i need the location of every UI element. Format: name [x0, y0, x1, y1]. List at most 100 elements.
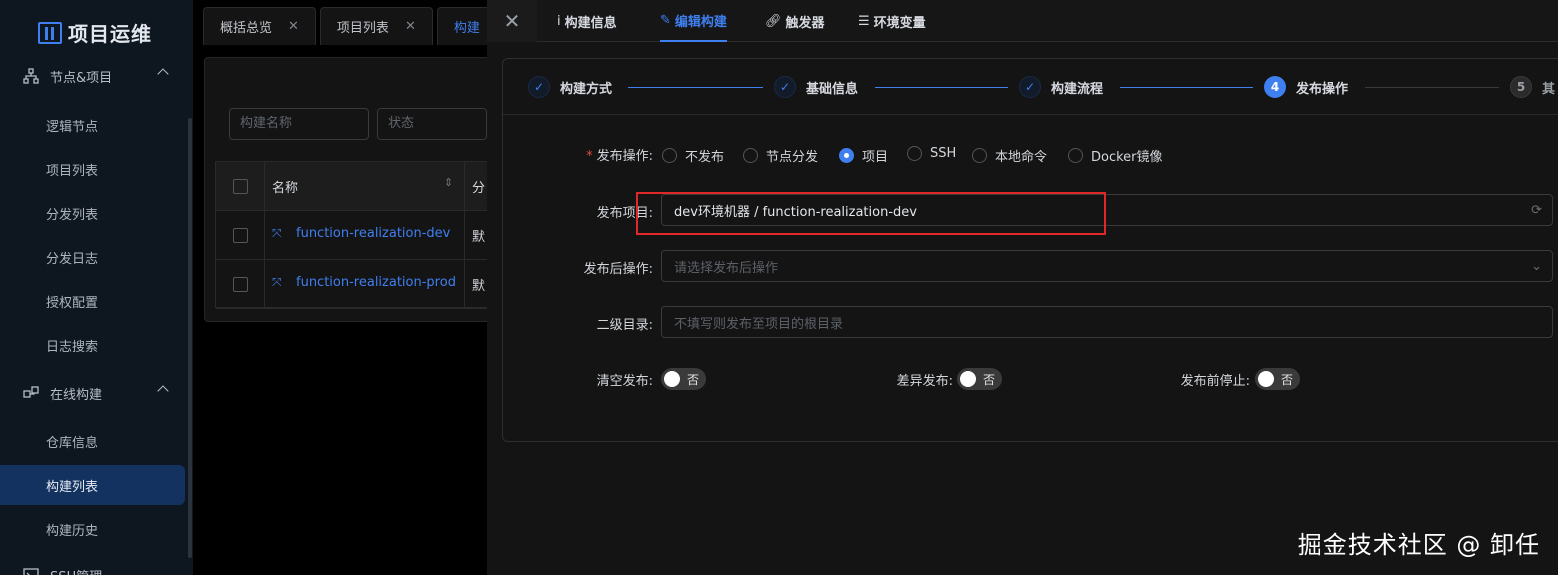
- watermark: 掘金技术社区 @ 卸任: [1297, 531, 1540, 559]
- step-build-method[interactable]: ✓ 构建方式: [528, 76, 612, 98]
- column-divider: [464, 162, 465, 309]
- chevron-down-icon: ⌄: [1531, 259, 1542, 274]
- diff-publish-toggle[interactable]: 否: [957, 368, 1002, 390]
- stop-before-publish-label: 发布前停止:: [1180, 374, 1250, 389]
- sidebar-item-dispatch-log[interactable]: 分发日志: [0, 237, 193, 277]
- step-number: 5: [1510, 76, 1532, 98]
- radio-circle: [972, 148, 987, 163]
- radio-circle-selected: [839, 148, 854, 163]
- radio-no-publish[interactable]: 不发布: [662, 146, 724, 165]
- step-publish[interactable]: 4 发布操作: [1264, 76, 1348, 98]
- sitemap-icon: [22, 68, 40, 84]
- radio-label: 节点分发: [766, 150, 819, 165]
- list-icon: ☰: [858, 13, 870, 29]
- tab-label: 触发器: [785, 15, 825, 31]
- step-connector: [875, 87, 1008, 88]
- step-number: 4: [1264, 76, 1286, 98]
- publish-project-select[interactable]: dev环境机器 / function-realization-dev ⟳: [661, 194, 1553, 226]
- menu-group-label: 节点&项目: [50, 70, 113, 86]
- subdir-label-wrap: 二级目录:: [487, 314, 653, 334]
- sidebar-item-dispatch-list[interactable]: 分发列表: [0, 193, 193, 233]
- clear-publish-toggle[interactable]: 否: [661, 368, 706, 390]
- diff-label-wrap: 差异发布:: [887, 370, 953, 390]
- tab-build-info[interactable]: i 构建信息: [557, 0, 617, 42]
- publish-radio-group: 不发布 节点分发 项目 SSH 本地命令 Docker镜像: [662, 146, 1182, 166]
- step-other[interactable]: 5 其: [1510, 76, 1555, 98]
- expand-icon[interactable]: ⤧: [272, 275, 282, 290]
- post-publish-select[interactable]: 请选择发布后操作 ⌄: [661, 250, 1553, 282]
- tab-label: 概括总览: [220, 21, 273, 36]
- tab-env-vars[interactable]: ☰ 环境变量: [858, 0, 926, 42]
- close-icon[interactable]: ✕: [288, 19, 299, 34]
- edit-icon: ✎: [660, 12, 671, 28]
- stop-before-publish-toggle[interactable]: 否: [1255, 368, 1300, 390]
- tab-overview[interactable]: 概括总览 ✕: [203, 7, 316, 45]
- build-steps: ✓ 构建方式 ✓ 基础信息 ✓ 构建流程 4 发布操作 5 其: [503, 59, 1558, 115]
- radio-docker-image[interactable]: Docker镜像: [1068, 146, 1163, 165]
- after-label-wrap: 发布后操作:: [487, 258, 653, 278]
- sidebar-item-project-list[interactable]: 项目列表: [0, 149, 193, 189]
- tab-trigger[interactable]: 🔗︎ 触发器: [765, 0, 825, 42]
- row-checkbox[interactable]: [233, 277, 248, 292]
- radio-local-command[interactable]: 本地命令: [972, 146, 1047, 165]
- step-build-flow[interactable]: ✓ 构建流程: [1019, 76, 1103, 98]
- select-all-checkbox[interactable]: [233, 179, 248, 194]
- close-icon[interactable]: ✕: [487, 0, 537, 42]
- step-connector: [628, 87, 763, 88]
- project-label-wrap: 发布项目:: [487, 202, 653, 222]
- status-filter[interactable]: 状态: [377, 108, 487, 140]
- cell-2: 默: [472, 230, 486, 245]
- table-row: ⤧ function-realization-dev 默: [216, 211, 506, 260]
- radio-label: 本地命令: [995, 150, 1048, 165]
- cell-2: 默: [472, 279, 486, 294]
- step-label: 基础信息: [806, 81, 859, 97]
- column-header-2: 分: [472, 181, 486, 196]
- radio-circle: [662, 148, 677, 163]
- publish-label: * 发布操作:: [586, 149, 653, 164]
- radio-label: SSH: [930, 146, 957, 161]
- radio-project[interactable]: 项目: [839, 146, 888, 165]
- expand-icon[interactable]: ⤧: [272, 226, 282, 241]
- build-table: 名称 ⇕ 分 ⤧ function-realization-dev 默 ⤧ fu…: [215, 161, 506, 309]
- menu-group-nodes[interactable]: 节点&项目: [0, 56, 193, 96]
- sidebar-scrollbar[interactable]: [188, 118, 192, 558]
- check-icon: ✓: [1019, 76, 1041, 98]
- refresh-icon[interactable]: ⟳: [1531, 203, 1542, 218]
- tab-edit-build[interactable]: ✎ 编辑构建: [660, 0, 727, 42]
- sort-icon[interactable]: ⇕: [444, 176, 453, 189]
- clear-label-wrap: 清空发布:: [487, 370, 653, 390]
- tab-label: 构建: [453, 21, 480, 36]
- radio-node-dispatch[interactable]: 节点分发: [743, 146, 818, 165]
- menu-group-build[interactable]: 在线构建: [0, 373, 193, 413]
- sidebar-item-log-search[interactable]: 日志搜索: [0, 325, 193, 365]
- sidebar-item-logic-node[interactable]: 逻辑节点: [0, 105, 193, 145]
- step-label: 其: [1542, 81, 1556, 97]
- subdir-input[interactable]: 不填写则发布至项目的根目录: [661, 306, 1553, 338]
- menu-group-ssh[interactable]: SSH管理: [0, 555, 193, 575]
- row-checkbox[interactable]: [233, 228, 248, 243]
- sidebar-item-build-history[interactable]: 构建历史: [0, 509, 193, 549]
- sidebar-item-auth-config[interactable]: 授权配置: [0, 281, 193, 321]
- build-name-filter[interactable]: 构建名称: [229, 108, 369, 140]
- table-row: ⤧ function-realization-prod 默: [216, 260, 506, 309]
- build-name-link[interactable]: function-realization-prod: [296, 275, 456, 290]
- diff-publish-label: 差异发布:: [896, 374, 953, 389]
- chevron-up-icon: [157, 68, 169, 80]
- chevron-up-icon: [157, 385, 169, 397]
- menu-group-label: SSH管理: [50, 566, 102, 575]
- tab-project-list[interactable]: 项目列表 ✕: [319, 7, 433, 45]
- radio-circle: [907, 146, 922, 161]
- app-logo[interactable]: 项目运维: [38, 18, 152, 47]
- sidebar-item-build-list[interactable]: 构建列表: [0, 465, 185, 505]
- radio-ssh[interactable]: SSH: [907, 146, 956, 161]
- menu-group-label: 在线构建: [50, 387, 103, 403]
- tab-label: 构建信息: [564, 15, 617, 31]
- sidebar-item-repo-info[interactable]: 仓库信息: [0, 421, 193, 461]
- step-basic-info[interactable]: ✓ 基础信息: [774, 76, 858, 98]
- column-header-name[interactable]: 名称: [272, 177, 298, 196]
- close-icon[interactable]: ✕: [405, 19, 416, 34]
- logo-icon: [38, 21, 62, 44]
- publish-project-label: 发布项目:: [596, 206, 653, 221]
- step-label: 发布操作: [1296, 81, 1349, 97]
- build-name-link[interactable]: function-realization-dev: [296, 226, 450, 241]
